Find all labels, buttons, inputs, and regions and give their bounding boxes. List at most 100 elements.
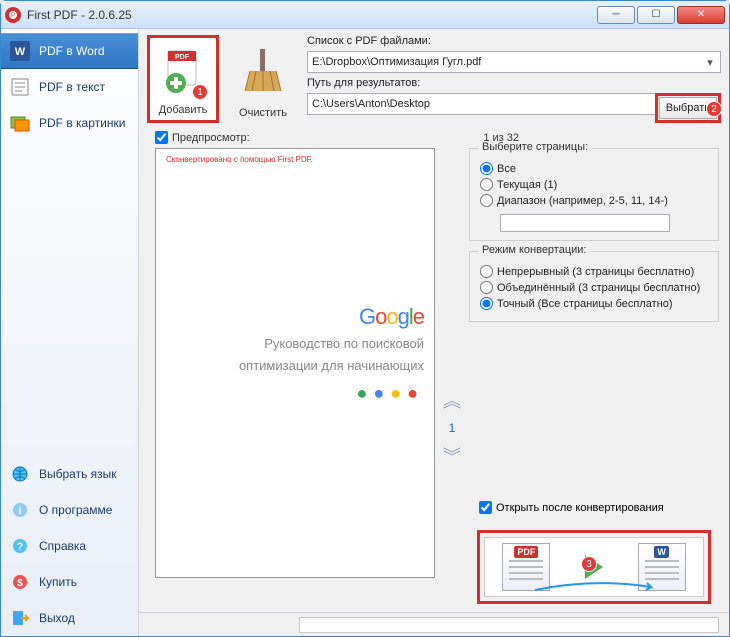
convert-button[interactable]: PDF 3 W xyxy=(484,537,704,597)
open-after-checkbox[interactable] xyxy=(479,501,492,514)
preview-pane: Сконвертировано с помощью First PDF. Goo… xyxy=(155,148,435,578)
help-icon: ? xyxy=(9,535,31,557)
radio-all-label: Все xyxy=(497,163,516,175)
doc-title-line2: оптимизации для начинающих xyxy=(166,358,424,374)
pdf-label: PDF xyxy=(514,546,538,558)
result-path-label: Путь для результатов: xyxy=(307,77,721,89)
step-badge-3: 3 xyxy=(581,556,597,572)
main: PDF 1 Добавить Очистить Список с PDF фай… xyxy=(139,29,729,636)
mode-groupbox: Режим конвертации: Непрерывный (3 страни… xyxy=(469,251,719,322)
broom-icon xyxy=(240,39,286,105)
swoosh-arrow-icon xyxy=(535,582,655,592)
radio-current-input[interactable] xyxy=(480,178,493,191)
result-path-row: C:\Users\Anton\Desktop Выбрать 2 xyxy=(307,93,721,123)
radio-exact[interactable]: Точный (Все страницы бесплатно) xyxy=(480,297,708,310)
convert-highlight: PDF 3 W xyxy=(477,530,711,604)
window-title: First PDF - 2.0.6.25 xyxy=(27,8,597,22)
clear-button-label: Очистить xyxy=(239,107,287,119)
content-row: Сконвертировано с помощью First PDF. Goo… xyxy=(139,148,729,612)
status-path-box xyxy=(299,617,719,633)
word-label: W xyxy=(654,546,669,558)
page-number: 1 xyxy=(449,421,456,435)
result-path-value: C:\Users\Anton\Desktop xyxy=(312,98,430,110)
close-button[interactable]: ✕ xyxy=(677,6,725,24)
page-down-arrow[interactable]: ︾ xyxy=(443,443,461,469)
preview-checkbox[interactable] xyxy=(155,131,168,144)
file-panel: Список с PDF файлами: E:\Dropbox\Оптимиз… xyxy=(307,35,721,123)
info-icon: i xyxy=(9,499,31,521)
radio-merged-input[interactable] xyxy=(480,281,493,294)
open-after-row[interactable]: Открыть после конвертирования xyxy=(469,497,719,518)
window-buttons: ─ ☐ ✕ xyxy=(597,6,725,24)
sidebar: W PDF в Word PDF в текст PDF в картинки … xyxy=(1,29,139,636)
sidebar-item-buy[interactable]: $ Купить xyxy=(1,564,138,600)
sidebar-item-language[interactable]: Выбрать язык xyxy=(1,456,138,492)
colored-dots: ●●●● xyxy=(166,383,424,404)
titlebar: P First PDF - 2.0.6.25 ─ ☐ ✕ xyxy=(1,1,729,29)
radio-merged[interactable]: Объединённый (3 страницы бесплатно) xyxy=(480,281,708,294)
clear-button[interactable]: Очистить xyxy=(227,35,299,123)
sidebar-item-label: PDF в картинки xyxy=(39,116,125,130)
sidebar-item-label: Купить xyxy=(39,575,77,589)
sidebar-item-pdf-images[interactable]: PDF в картинки xyxy=(1,105,138,141)
maximize-button[interactable]: ☐ xyxy=(637,6,675,24)
sidebar-item-exit[interactable]: Выход xyxy=(1,600,138,636)
pages-groupbox: Выберите страницы: Все Текущая (1) Диапа… xyxy=(469,148,719,241)
minimize-button[interactable]: ─ xyxy=(597,6,635,24)
google-logo: Google xyxy=(166,304,424,330)
sidebar-item-label: PDF в Word xyxy=(39,44,105,58)
sidebar-item-help[interactable]: ? Справка xyxy=(1,528,138,564)
text-icon xyxy=(9,76,31,98)
images-icon xyxy=(9,112,31,134)
radio-range[interactable]: Диапазон (например, 2-5, 11, 14-) xyxy=(480,194,708,207)
svg-text:P: P xyxy=(11,13,15,19)
sidebar-bottom: Выбрать язык i О программе ? Справка $ К… xyxy=(1,456,138,636)
radio-exact-label: Точный (Все страницы бесплатно) xyxy=(497,298,673,310)
result-path-input[interactable]: C:\Users\Anton\Desktop xyxy=(307,93,655,115)
app-window: P First PDF - 2.0.6.25 ─ ☐ ✕ W PDF в Wor… xyxy=(0,0,730,637)
sidebar-item-pdf-word[interactable]: W PDF в Word xyxy=(1,33,138,69)
preview-checkbox-label: Предпросмотр: xyxy=(172,132,250,144)
cart-icon: $ xyxy=(9,571,31,593)
pages-legend: Выберите страницы: xyxy=(478,141,592,153)
radio-all-input[interactable] xyxy=(480,162,493,175)
radio-current-page[interactable]: Текущая (1) xyxy=(480,178,708,191)
open-after-label: Открыть после конвертирования xyxy=(496,502,664,514)
toolbar: PDF 1 Добавить Очистить Список с PDF фай… xyxy=(139,29,729,129)
radio-range-input[interactable] xyxy=(480,194,493,207)
files-combo[interactable]: E:\Dropbox\Оптимизация Гугл.pdf ▾ xyxy=(307,51,721,73)
files-combo-value: E:\Dropbox\Оптимизация Гугл.pdf xyxy=(312,56,481,68)
files-list-label: Список с PDF файлами: xyxy=(307,35,721,47)
body: W PDF в Word PDF в текст PDF в картинки … xyxy=(1,29,729,636)
radio-merged-label: Объединённый (3 страницы бесплатно) xyxy=(497,282,700,294)
generated-by-text: Сконвертировано с помощью First PDF. xyxy=(166,155,424,164)
add-button-label: Добавить xyxy=(159,104,208,116)
sidebar-item-pdf-text[interactable]: PDF в текст xyxy=(1,69,138,105)
sidebar-top: W PDF в Word PDF в текст PDF в картинки xyxy=(1,29,138,141)
sidebar-item-about[interactable]: i О программе xyxy=(1,492,138,528)
radio-continuous[interactable]: Непрерывный (3 страницы бесплатно) xyxy=(480,265,708,278)
step-badge-1: 1 xyxy=(192,84,208,100)
doc-title-line1: Руководство по поисковой xyxy=(166,336,424,352)
radio-continuous-label: Непрерывный (3 страницы бесплатно) xyxy=(497,266,694,278)
radio-continuous-input[interactable] xyxy=(480,265,493,278)
radio-all-pages[interactable]: Все xyxy=(480,162,708,175)
svg-text:i: i xyxy=(18,505,21,517)
range-input[interactable] xyxy=(500,214,670,232)
radio-exact-input[interactable] xyxy=(480,297,493,310)
sidebar-item-label: О программе xyxy=(39,503,112,517)
svg-text:?: ? xyxy=(17,541,24,553)
globe-icon xyxy=(9,463,31,485)
browse-button[interactable]: Выбрать 2 xyxy=(659,97,717,119)
browse-highlight: Выбрать 2 xyxy=(655,93,721,123)
radio-range-label: Диапазон (например, 2-5, 11, 14-) xyxy=(497,195,668,207)
word-icon: W xyxy=(9,40,31,62)
exit-icon xyxy=(9,607,31,629)
sidebar-item-label: PDF в текст xyxy=(39,80,105,94)
svg-text:$: $ xyxy=(17,578,23,589)
chevron-down-icon[interactable]: ▾ xyxy=(702,54,718,70)
sidebar-item-label: Выбрать язык xyxy=(39,467,117,481)
svg-text:PDF: PDF xyxy=(175,54,190,61)
page-up-arrow[interactable]: ︽ xyxy=(443,387,461,413)
add-button[interactable]: PDF 1 Добавить xyxy=(147,35,219,123)
